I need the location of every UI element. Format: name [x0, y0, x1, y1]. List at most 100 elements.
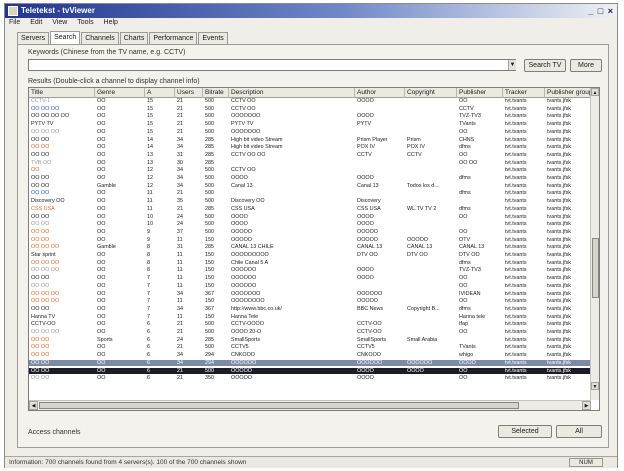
- cell-publisher: dfms: [459, 175, 471, 181]
- tab-channels[interactable]: Channels: [81, 32, 119, 44]
- table-row[interactable]: OO OO OO 9 37 500 OOOOO OOOOO OO tvt.tvants tvant…: [29, 229, 591, 235]
- table-row[interactable]: OO OO OO OO 8 11 150 Chile Canal 5 A dfms tvt.t…: [29, 260, 591, 266]
- tab-servers[interactable]: Servers: [17, 32, 50, 44]
- cell-title: OO OO: [31, 344, 50, 351]
- table-row[interactable]: OO OO 12 34 500 CCTV OO tvt.tvants tvants.jfsk: [29, 167, 591, 173]
- window-controls[interactable]: _ □ ×: [588, 6, 614, 16]
- tab-performance[interactable]: Performance: [149, 32, 198, 44]
- table-row[interactable]: CCTV-1 OO 15 21 500 CCTV OO OOOO OO tvt.tvants tv…: [29, 98, 591, 104]
- table-row[interactable]: Star sprint OO 8 11 150 OOOOOOOOO DTV OO DTV OO…: [29, 252, 591, 258]
- horizontal-scroll-thumb[interactable]: [39, 402, 519, 409]
- tab-search[interactable]: Search: [50, 31, 81, 44]
- col-author[interactable]: Author: [355, 88, 405, 98]
- menu-tools[interactable]: Tools: [73, 18, 97, 26]
- table-row[interactable]: CSS USA OO 11 21 285 CSS USA CSS USA WL.TV TV 2…: [29, 206, 591, 212]
- table-row[interactable]: OO OO OO 10 24 500 OOOO OOOO tvt.tvants tvants.j…: [29, 221, 591, 227]
- table-row[interactable]: OO OO OO 6 34 294 OOOOOO OOOOOO OOOOOO OOOO tvt.t…: [29, 359, 591, 366]
- table-row[interactable]: OO OO OO 14 34 285 High bit video Stream Prism…: [29, 137, 591, 143]
- menu-edit[interactable]: Edit: [26, 18, 46, 26]
- cell-a: 6: [147, 321, 150, 328]
- table-row[interactable]: CCTV-OO OO 6 21 500 CCTV-OOOO CCTV-OO tfap tvt.t…: [29, 321, 591, 327]
- table-row[interactable]: OO OO OO 7 11 150 OOOOOO OO tvt.tvants tvants.jf…: [29, 283, 591, 289]
- vertical-scroll-thumb[interactable]: [592, 238, 599, 298]
- cell-genre: OO: [97, 313, 106, 320]
- col-description[interactable]: Description: [229, 88, 355, 98]
- results-list[interactable]: Title Genre A Users Bitrate Description …: [28, 87, 600, 411]
- menu-file[interactable]: File: [5, 18, 24, 26]
- cell-publisher: OO OO: [459, 159, 478, 166]
- cell-genre: OO: [97, 359, 106, 366]
- table-row[interactable]: OO OO OO 14 34 285 High bit video Stream POX I…: [29, 144, 591, 150]
- table-row[interactable]: OO OO OO OO 6 21 500 OOOO 20-O CCTV-OO OO tvt.tv…: [29, 329, 591, 335]
- table-row[interactable]: OO OO OO OO 15 21 500 OOOOOOO OO tvt.tvants tvan…: [29, 129, 591, 135]
- table-row[interactable]: OO OO OO 7 34 367 http://www.bbc.co.uk/BBC Ne…: [29, 306, 591, 312]
- table-row[interactable]: OO OO Gamble 12 34 500 Canal 13 Canal 13 Todos …: [29, 183, 591, 189]
- scroll-down-icon[interactable]: ▼: [591, 382, 599, 390]
- vertical-scrollbar[interactable]: ▲ ▼: [590, 88, 599, 400]
- cell-author: SmallSports: [357, 336, 387, 343]
- scroll-up-icon[interactable]: ▲: [591, 88, 599, 96]
- table-row[interactable]: OO OO OO OO 7 34 367 OOOOOOO OOOOOO IVIDEAN tvt.…: [29, 291, 591, 297]
- cell-desc: OOOO 20-O: [231, 329, 262, 335]
- col-tracker[interactable]: Tracker: [503, 88, 545, 98]
- table-row[interactable]: OO OO OO 6 21 500 CCTV5 CCTV5 TVants tvt.tvants t…: [29, 344, 591, 350]
- table-row[interactable]: OO OO OO OO OO 15 21 500 OOOOOOO OOOO TVZ-TV3 tv…: [29, 113, 591, 119]
- cell-copyright: OOOO: [407, 367, 424, 374]
- cell-copyright: [405, 291, 457, 297]
- cell-genre: OO: [97, 151, 106, 158]
- cell-genre: OO: [97, 352, 106, 359]
- table-row[interactable]: OO OO OO 12 34 500 OOOO OOOO dfms tvt.tvants tvan…: [29, 175, 591, 181]
- cell-bitrate: 350: [205, 375, 214, 382]
- col-publisher-group[interactable]: Publisher group: [545, 88, 591, 98]
- table-row[interactable]: OO OO OO OO 8 11 150 OOOOOO OOOO TVZ-TV3 tvt.tva…: [29, 267, 591, 273]
- all-button[interactable]: All: [556, 425, 602, 438]
- cell-genre: OO: [97, 375, 106, 382]
- table-row[interactable]: OO OO OO OO 15 21 500 CCTV OO CCTV tvt.tvants tv…: [29, 106, 591, 112]
- col-users[interactable]: Users: [175, 88, 203, 98]
- col-publisher[interactable]: Publisher: [457, 88, 503, 98]
- col-copyright[interactable]: Copyright: [405, 88, 457, 98]
- table-row[interactable]: TVB OO OO 13 30 285 OO OO tvt.tvants tvants.jfs…: [29, 160, 591, 166]
- table-row[interactable]: OO OO Sports 6 24 285 SmallSports SmallSports S…: [29, 337, 591, 343]
- cell-genre: OO: [97, 228, 106, 235]
- horizontal-scrollbar[interactable]: ◀ ▶: [29, 400, 591, 410]
- col-title[interactable]: Title: [29, 88, 95, 98]
- table-row[interactable]: OO OO OO 10 24 500 OOOO OOOO OO tvt.tvants tvants…: [29, 214, 591, 220]
- scroll-right-icon[interactable]: ▶: [582, 401, 591, 410]
- table-row[interactable]: OO OO OO 11 21 500 dfms tvt.tvants tvants.jfsk: [29, 190, 591, 196]
- cell-desc: OOOO: [231, 221, 248, 228]
- cell-group: tvants.jfsk: [547, 151, 571, 158]
- chevron-down-icon[interactable]: ▼: [508, 60, 516, 70]
- table-row[interactable]: Hanna TV OO 7 11 150 Hanna Tele Hanna tele tvt.…: [29, 314, 591, 320]
- table-row[interactable]: Discovery OO OO 11 35 500 Discovery OO Discove…: [29, 198, 591, 204]
- search-tv-button[interactable]: Search TV: [524, 59, 566, 72]
- keyword-combobox[interactable]: [28, 59, 516, 71]
- table-row[interactable]: OO OO OO OO 7 11 150 OOOOOOOO OOOOO OO tvt.tvant…: [29, 298, 591, 304]
- selected-button[interactable]: Selected: [498, 425, 552, 438]
- menu-view[interactable]: View: [48, 18, 71, 26]
- col-genre[interactable]: Genre: [95, 88, 145, 98]
- cell-tracker: tvt.tvants: [505, 113, 527, 120]
- table-row[interactable]: OO OO OO 9 11 150 OOOOO OOOOO OOOOO OTV tvt.tvant…: [29, 237, 591, 243]
- tab-charts[interactable]: Charts: [119, 32, 149, 44]
- menu-help[interactable]: Help: [100, 18, 122, 26]
- cell-bitrate: 500: [205, 128, 214, 135]
- table-row[interactable]: OO OO OO Gamble 8 31 285 CANAL 13 CHILE CANAL …: [29, 244, 591, 250]
- cell-copyright: OOOOO: [407, 236, 428, 243]
- table-row[interactable]: PYTV TV OO 15 21 500 PYTV TV PYTV TVants tvt.tva…: [29, 121, 591, 127]
- col-bitrate[interactable]: Bitrate: [203, 88, 229, 98]
- table-row[interactable]: OO OO OO 6 21 500 OOOOO OOOO OOOO OO tvt.tvants tv…: [29, 367, 591, 374]
- scroll-left-icon[interactable]: ◀: [29, 401, 38, 410]
- more-button[interactable]: More: [570, 59, 602, 72]
- cell-desc: OOOOOOOOO: [231, 252, 269, 258]
- cell-desc: CSS USA: [231, 205, 255, 212]
- table-row[interactable]: OO OO OO 13 31 285 CCTV OO OO CCTV CCTV OO tvt.tv…: [29, 152, 591, 158]
- table-row[interactable]: OO OO OO 6 34 294 CNKOOO CNKOOO whigo tvt.tvants…: [29, 352, 591, 358]
- table-row[interactable]: OO OO OO 7 11 150 OOOOOO OOOO OO tvt.tvants tvant…: [29, 275, 591, 281]
- cell-copyright: [405, 321, 457, 327]
- col-a[interactable]: A: [145, 88, 175, 98]
- tab-events[interactable]: Events: [198, 32, 228, 44]
- title-bar[interactable]: Teletekst - tvViewer _ □ ×: [5, 4, 617, 18]
- table-row[interactable]: OO OO OO 6 21 350 OOOOO OOOO OO tvt.tvants tvants…: [29, 375, 591, 381]
- cell-copyright: [405, 275, 457, 281]
